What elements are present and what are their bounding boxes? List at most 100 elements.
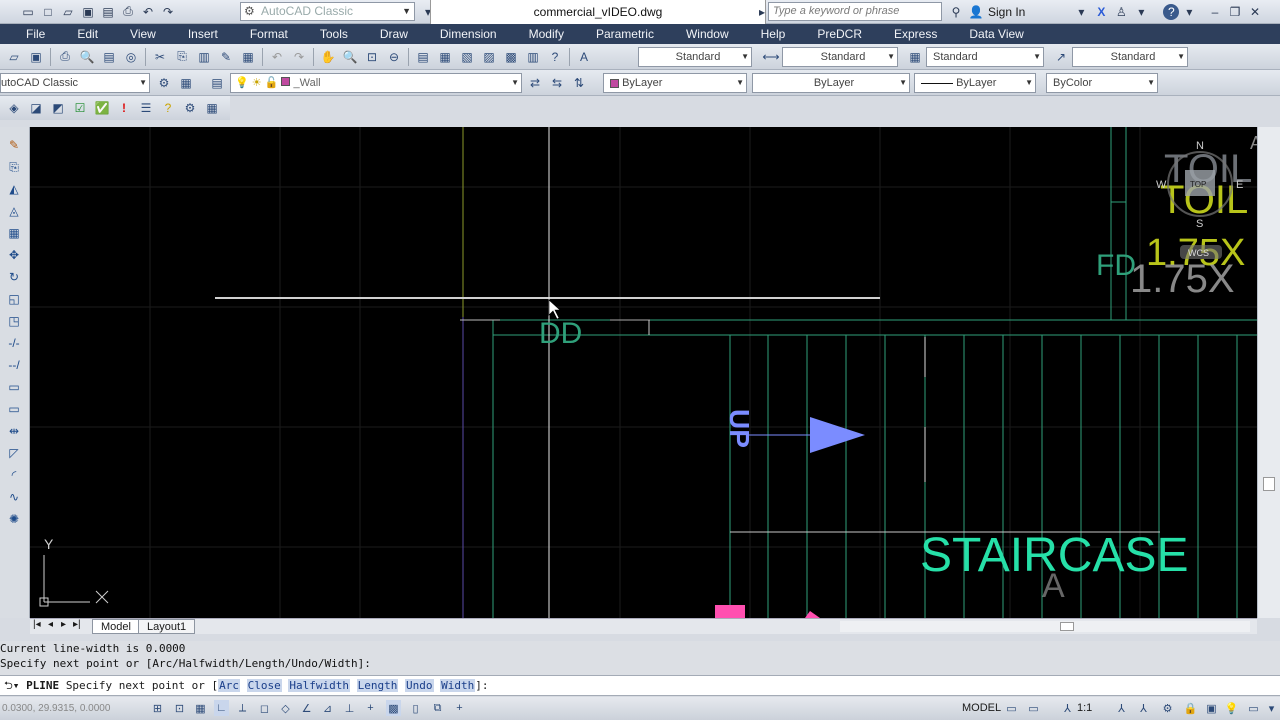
lineweight-select[interactable]: ByLayer ▼ [914, 73, 1036, 93]
menu-view[interactable]: View [106, 27, 164, 41]
undo-icon[interactable]: ↶ [138, 3, 158, 21]
exchange-icon[interactable]: X [1091, 3, 1111, 21]
mleader-style-icon[interactable]: ↗ [1051, 47, 1071, 67]
array-icon[interactable]: ▦ [4, 223, 24, 243]
tab-prev-icon[interactable]: ◂ [48, 619, 53, 630]
model-space-button[interactable]: MODEL [962, 697, 1001, 720]
menu-parametric[interactable]: Parametric [572, 27, 662, 41]
zoom-realtime-icon[interactable]: 🔍 [340, 47, 360, 67]
annotation-scale-icon[interactable]: ⅄ [1060, 700, 1075, 716]
table-style-icon[interactable]: ▦ [905, 47, 925, 67]
text-style-select[interactable]: Standard ▼ [638, 47, 752, 67]
3d-dwf-icon[interactable]: ◎ [121, 47, 141, 67]
plot-preview-icon[interactable]: 🔍 [77, 47, 97, 67]
vertical-scrollbar[interactable] [1257, 127, 1280, 618]
open-icon[interactable]: ▱ [4, 47, 24, 67]
tab-first-icon[interactable]: |◂ [33, 619, 41, 630]
command-option-width[interactable]: Width [440, 679, 476, 692]
menu-edit[interactable]: Edit [53, 27, 106, 41]
workspace-select[interactable]: ⚙ AutoCAD Classic ▼ [240, 2, 415, 21]
plot-icon[interactable]: ⎙ [55, 47, 75, 67]
tab-last-icon[interactable]: ▸| [73, 619, 81, 630]
layer-walk-icon[interactable]: ◈ [4, 98, 24, 118]
fillet-icon[interactable]: ◜ [4, 465, 24, 485]
plotstyle-select[interactable]: ByColor ▼ [1046, 73, 1158, 93]
match-properties-icon[interactable]: ✎ [216, 47, 236, 67]
scale-icon[interactable]: ◱ [4, 289, 24, 309]
offset-icon[interactable]: ◬ [4, 201, 24, 221]
menu-help[interactable]: Help [737, 27, 794, 41]
save-as-icon[interactable]: ▤ [98, 3, 118, 21]
layer-isolate-icon[interactable]: ◩ [48, 98, 68, 118]
lineweight-icon[interactable]: + [363, 700, 378, 716]
snap-mode-icon[interactable]: ⊡ [172, 700, 187, 716]
menu-modify[interactable]: Modify [505, 27, 572, 41]
signin-dropdown-icon[interactable]: ▾ [1071, 3, 1091, 21]
zoom-window-icon[interactable]: ⊡ [362, 47, 382, 67]
annotation-monitor-icon[interactable]: + [452, 700, 467, 716]
tab-model[interactable]: Model [92, 619, 140, 634]
grid-display-icon[interactable]: ▦ [193, 700, 208, 716]
copy-icon[interactable]: ⎘ [172, 47, 192, 67]
dynamic-input-icon[interactable]: ⊥ [342, 700, 357, 716]
error-icon[interactable]: ! [114, 98, 134, 118]
menu-draw[interactable]: Draw [356, 27, 416, 41]
properties-icon[interactable]: ▤ [413, 47, 433, 67]
quickcalc-icon[interactable]: ▥ [523, 47, 543, 67]
help-menu-icon[interactable]: ▾ [1179, 3, 1199, 21]
paste-icon[interactable]: ▥ [194, 47, 214, 67]
lock-ui-icon[interactable]: 🔒 [1183, 700, 1198, 716]
horizontal-scrollbar[interactable] [840, 621, 1250, 632]
explode-icon[interactable]: ✺ [4, 509, 24, 529]
mleader-style-select[interactable]: Standard ▼ [1072, 47, 1188, 67]
help-dropdown-icon[interactable]: ▾ [1131, 3, 1151, 21]
ortho-mode-icon[interactable]: ∟ [214, 700, 229, 716]
undo-icon[interactable]: ↶ [267, 47, 287, 67]
transparency-icon[interactable]: ▩ [386, 700, 401, 716]
save-icon[interactable]: ▣ [26, 47, 46, 67]
selection-cycling-icon[interactable]: ⧉ [430, 700, 445, 716]
search-binoculars-icon[interactable]: ⚲ [946, 3, 966, 21]
tab-next-icon[interactable]: ▸ [61, 619, 66, 630]
layer-state-icon[interactable]: ⇅ [569, 73, 589, 93]
auto-scale-icon[interactable]: ⅄ [1136, 700, 1151, 716]
copy-tool-icon[interactable]: ⎘ [4, 157, 24, 177]
search-input[interactable]: Type a keyword or phrase [768, 2, 942, 21]
quick-properties-icon[interactable]: ▯ [408, 700, 423, 716]
quick-view-drawings-icon[interactable]: ▭ [1026, 700, 1041, 716]
list-icon[interactable]: ☰ [136, 98, 156, 118]
otrack-icon[interactable]: ∠ [299, 700, 314, 716]
status-menu-icon[interactable]: ▾ [1264, 700, 1279, 716]
drawing-canvas[interactable]: DD UP STAIRCASE TOIL TOIL 1.75X 1.75X FD… [30, 127, 1257, 618]
vertical-scroll-thumb[interactable] [1263, 477, 1275, 491]
table-style-select[interactable]: Standard ▼ [926, 47, 1044, 67]
block-editor-icon[interactable]: ▦ [238, 47, 258, 67]
zoom-previous-icon[interactable]: ⊖ [384, 47, 404, 67]
break-at-point-icon[interactable]: ▭ [4, 399, 24, 419]
help-icon[interactable]: ? [1163, 4, 1180, 20]
chamfer-icon[interactable]: ◸ [4, 443, 24, 463]
sign-in-link[interactable]: Sign In [988, 5, 1025, 19]
close-icon[interactable]: ✕ [1245, 3, 1265, 21]
annotation-scale-value[interactable]: 1:1 [1077, 697, 1092, 720]
tab-layout1[interactable]: Layout1 [138, 619, 196, 634]
ducs-icon[interactable]: ⊿ [320, 700, 335, 716]
menu-file[interactable]: File [0, 27, 53, 41]
workspace-toolbar-select[interactable]: utoCAD Classic ▼ [0, 73, 150, 93]
pencil-icon[interactable]: ✎ [4, 135, 24, 155]
menu-format[interactable]: Format [226, 27, 296, 41]
design-center-icon[interactable]: ▦ [435, 47, 455, 67]
command-option-undo[interactable]: Undo [405, 679, 434, 692]
blend-icon[interactable]: ∿ [4, 487, 24, 507]
linetype-select[interactable]: ByLayer ▼ [752, 73, 910, 93]
mirror-icon[interactable]: ◭ [4, 179, 24, 199]
markup-icon[interactable]: ▩ [501, 47, 521, 67]
quick-view-layouts-icon[interactable]: ▭ [1004, 700, 1019, 716]
redo-icon[interactable]: ↷ [289, 47, 309, 67]
menu-predcr[interactable]: PreDCR [793, 27, 870, 41]
command-option-close[interactable]: Close [246, 679, 282, 692]
menu-insert[interactable]: Insert [164, 27, 226, 41]
tool-palettes-icon[interactable]: ▧ [457, 47, 477, 67]
menu-express[interactable]: Express [870, 27, 945, 41]
command-option-arc[interactable]: Arc [218, 679, 241, 692]
